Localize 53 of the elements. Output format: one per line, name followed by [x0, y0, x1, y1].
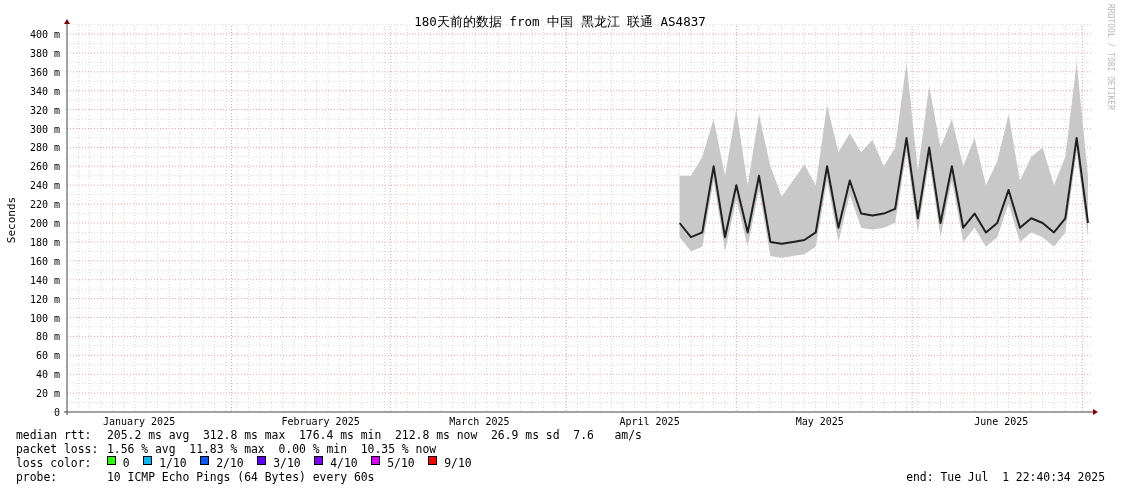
- legend-value: 7.6 am/s: [573, 428, 642, 442]
- legend-value: 4/10: [330, 456, 358, 470]
- y-tick-label: 360 m: [29, 66, 60, 78]
- y-tick-label: 340 m: [29, 85, 60, 97]
- legend-value: 26.9 ms sd: [491, 428, 560, 442]
- y-tick-label: 140 m: [29, 274, 60, 286]
- y-tick-label: 200 m: [29, 218, 60, 229]
- legend-value: 1/10: [159, 456, 187, 470]
- legend-value: 11.83 % max: [189, 442, 265, 456]
- y-tick-label: 240 m: [29, 180, 60, 192]
- legend-value: 205.2 ms avg: [107, 428, 190, 442]
- y-tick-label: 80 m: [35, 331, 60, 343]
- legend-label: probe:: [16, 470, 59, 484]
- legend-value: 9/10: [444, 456, 472, 470]
- y-tick-label: 280 m: [29, 142, 60, 154]
- legend-value: 10.35 % now: [360, 442, 437, 456]
- legend-value: 5/10: [387, 456, 415, 470]
- y-tick-label: 320 m: [29, 104, 60, 116]
- x-tick-label: April 2025: [619, 416, 680, 427]
- legend-label: median rtt:: [16, 428, 93, 442]
- x-tick-label: February 2025: [281, 416, 360, 427]
- y-tick-label: 180 m: [29, 236, 60, 248]
- x-tick-label: June 2025: [974, 416, 1029, 427]
- y-tick-label: 380 m: [29, 47, 60, 59]
- legend-value: 212.8 ms now: [395, 428, 478, 442]
- y-tick-label: 0: [53, 407, 60, 418]
- legend-value: 0: [122, 456, 130, 470]
- legend-value: 0.00 % min: [278, 442, 347, 456]
- y-tick-label: 20 m: [35, 388, 60, 400]
- legend-value: 312.8 ms max: [203, 428, 286, 442]
- x-tick-label: May 2025: [795, 416, 844, 427]
- y-tick-label: 40 m: [35, 369, 60, 381]
- x-tick-label: March 2025: [449, 416, 510, 427]
- y-axis-title: Seconds: [5, 196, 18, 244]
- y-tick-label: 260 m: [29, 161, 60, 173]
- legend-value: 3/10: [273, 456, 301, 470]
- y-tick-label: 160 m: [29, 255, 60, 267]
- legend-value: 2/10: [216, 456, 244, 470]
- y-tick-label: 400 m: [29, 29, 60, 40]
- y-tick-label: 220 m: [29, 199, 60, 211]
- y-tick-label: 120 m: [29, 293, 60, 305]
- legend-value: 10 ICMP Echo Pings (64 Bytes) every 60s: [107, 470, 375, 484]
- x-tick-label: January 2025: [102, 416, 176, 427]
- legend-label: loss color:: [16, 456, 93, 470]
- y-tick-label: 300 m: [29, 123, 60, 135]
- legend-label: packet loss:: [16, 442, 100, 456]
- credit-text: RRDTOOL / TOBI OETIKER: [1106, 4, 1115, 110]
- y-tick-label: 60 m: [35, 350, 60, 362]
- y-tick-label: 100 m: [29, 312, 60, 324]
- legend-value: 176.4 ms min: [299, 428, 382, 442]
- legend-value: 1.56 % avg: [107, 442, 176, 456]
- end-time: end: Tue Jul 1 22:40:34 2025: [906, 470, 1105, 484]
- chart-title: 180天前的数据 from 中国 黑龙江 联通 AS4837: [414, 14, 706, 29]
